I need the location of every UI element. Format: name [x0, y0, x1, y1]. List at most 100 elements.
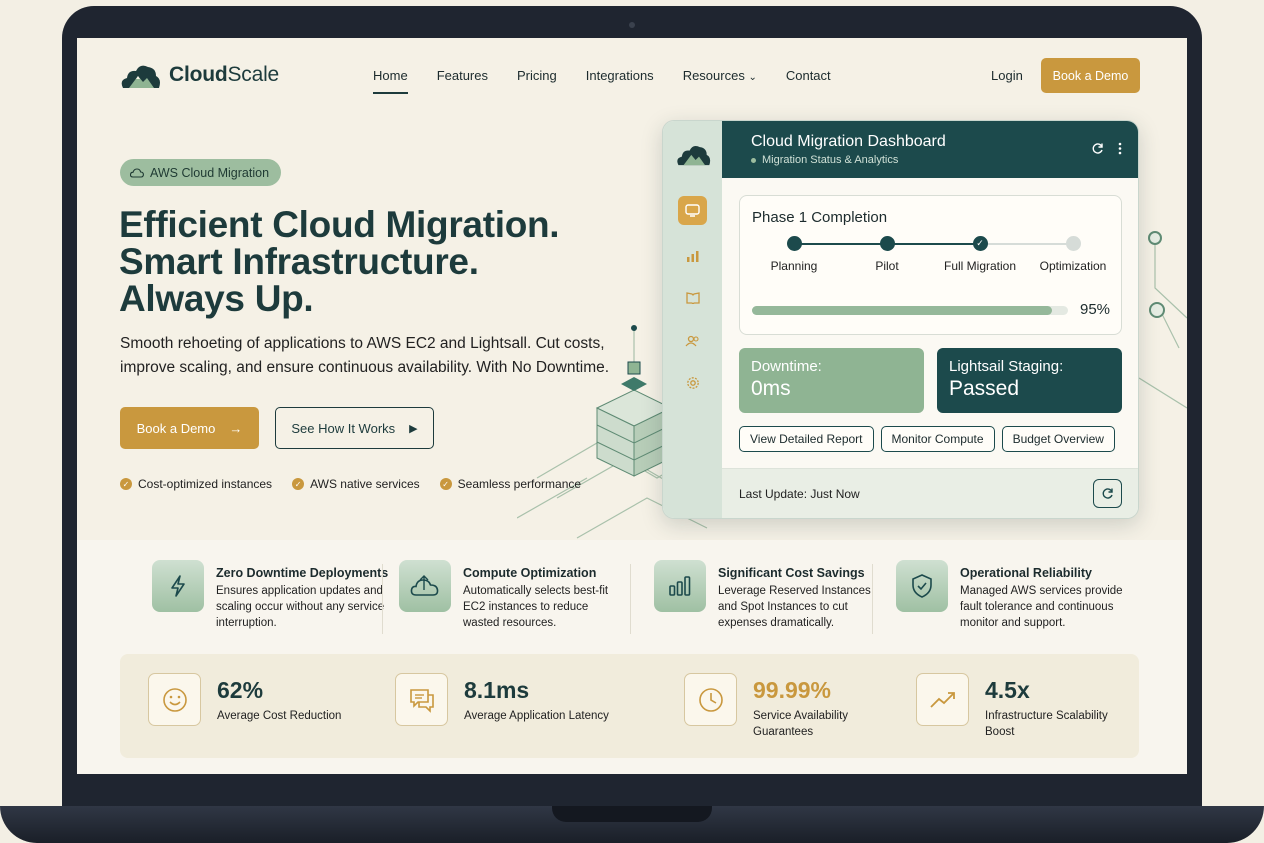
check-item: ✓ Cost-optimized instances [120, 477, 272, 491]
lightsail-staging-stat: Lightsail Staging: Passed [937, 348, 1122, 413]
dashboard-subtitle-text: Migration Status & Analytics [762, 154, 899, 166]
login-link[interactable]: Login [991, 68, 1023, 83]
step-label: Pilot [875, 259, 899, 273]
step-planning: Planning [749, 236, 839, 273]
bar-chart-icon [654, 560, 706, 612]
see-how-it-works-button[interactable]: See How It Works ▶ [275, 407, 434, 449]
main-nav: Home Features Pricing Integrations Resou… [373, 68, 831, 94]
downtime-value: 0ms [751, 377, 791, 400]
users-icon[interactable] [678, 326, 707, 355]
feature-card: Zero Downtime Deployments Ensures applica… [152, 560, 389, 631]
progress-bar [752, 306, 1068, 315]
category-pill: AWS Cloud Migration [120, 159, 282, 186]
chat-icon [395, 673, 448, 726]
metric-value: 62% [217, 677, 264, 703]
phase-title: Phase 1 Completion [752, 209, 888, 226]
chevron-down-icon: ⌄ [748, 72, 757, 83]
nav-resources-label: Resources [682, 68, 745, 83]
check-icon: ✓ [292, 478, 305, 490]
check-item: ✓ Seamless performance [439, 477, 581, 491]
logo[interactable]: CloudScale [119, 60, 279, 90]
migration-dashboard: Cloud Migration Dashboard Migration Stat… [662, 120, 1139, 519]
nav-contact[interactable]: Contact [786, 68, 831, 83]
step-dot [786, 236, 802, 251]
progress-fill [752, 306, 1053, 315]
hero-title: Efficient Cloud Migration. Smart Infrast… [119, 206, 560, 317]
book-demo-button[interactable]: Book a Demo → [120, 407, 259, 449]
more-vertical-icon[interactable] [1118, 142, 1122, 155]
budget-overview-button[interactable]: Budget Overview [1001, 426, 1115, 452]
dashboard-footer: Last Update: Just Now [722, 468, 1138, 518]
check-label: AWS native services [310, 477, 420, 491]
screen: CloudScale Home Features Pricing Integra… [77, 38, 1187, 774]
refresh-icon[interactable] [1091, 142, 1104, 155]
features-section: Zero Downtime Deployments Ensures applica… [77, 540, 1187, 774]
step-full-migration: ✓ Full Migration [935, 236, 1025, 273]
metric-value: 8.1ms [464, 677, 530, 703]
hero-checklist: ✓ Cost-optimized instances ✓ AWS native se… [120, 477, 581, 491]
refresh-button[interactable] [1093, 479, 1122, 508]
book-demo-button-label: Book a Demo [136, 420, 216, 436]
feature-card: Compute Optimization Automatically select… [399, 560, 624, 631]
arrow-right-icon: → [229, 420, 243, 436]
downtime-stat: Downtime: 0ms [739, 348, 924, 413]
downtime-label: Downtime: [751, 358, 822, 375]
staging-value: Passed [949, 377, 1020, 400]
metric-label: Average Application Latency [464, 710, 609, 722]
bar-chart-icon[interactable] [678, 241, 707, 270]
metric-value: 99.99% [753, 677, 832, 703]
hero-title-line-2: Smart Infrastructure. [119, 241, 479, 282]
nav-pricing[interactable]: Pricing [517, 68, 557, 83]
metric-label: Average Cost Reduction [217, 710, 342, 722]
status-dot [751, 157, 756, 163]
step-dot [1065, 236, 1081, 251]
check-icon: ✓ [972, 236, 988, 251]
nav-resources[interactable]: Resources ⌄ [683, 68, 757, 83]
camera [629, 22, 635, 28]
staging-label: Lightsail Staging: [949, 358, 1064, 375]
brand-name-bold: Cloud [169, 63, 228, 86]
see-how-it-works-label: See How It Works [291, 420, 396, 436]
mountain-cloud-logo-icon [121, 65, 160, 88]
book-icon[interactable] [678, 283, 707, 312]
check-label: Cost-optimized instances [138, 477, 273, 491]
cloud-icon [130, 167, 144, 178]
play-icon: ▶ [409, 422, 418, 435]
dashboard-subtitle: Migration Status & Analytics [751, 154, 898, 166]
feature-desc: Managed AWS services provide fault toler… [960, 585, 1123, 629]
monitor-icon[interactable] [678, 196, 707, 225]
dashboard-sidebar [663, 121, 722, 518]
step-label: Full Migration [943, 259, 1017, 273]
metric-value: 4.5x [985, 677, 1030, 703]
feature-title: Operational Reliability [960, 566, 1092, 580]
nav-features[interactable]: Features [437, 68, 488, 83]
refresh-icon [1102, 488, 1113, 499]
brand-name: CloudScale [169, 63, 279, 87]
metric-item: 4.5x Infrastructure Scalability Boost [916, 673, 1115, 740]
check-item: ✓ AWS native services [292, 477, 420, 491]
shield-check-icon [896, 560, 948, 612]
brand-name-light: Scale [227, 63, 280, 86]
feature-card: Significant Cost Savings Leverage Reserve… [654, 560, 879, 631]
feature-desc: Leverage Reserved Instances and Spot Ins… [718, 585, 871, 629]
category-pill-label: AWS Cloud Migration [150, 165, 270, 180]
settings-icon[interactable] [678, 368, 707, 397]
book-demo-nav-button[interactable]: Book a Demo [1041, 58, 1140, 93]
smile-icon [148, 673, 201, 726]
nav-home[interactable]: Home [373, 68, 408, 94]
step-optimization: Optimization [1028, 236, 1118, 273]
nav-integrations[interactable]: Integrations [586, 68, 654, 83]
step-dot [879, 236, 895, 251]
laptop-notch [552, 806, 712, 822]
step-label: Optimization [1039, 259, 1107, 273]
feature-title: Zero Downtime Deployments [216, 566, 389, 580]
hero-subtitle: Smooth rehoeting of applications to AWS … [120, 335, 610, 376]
divider [382, 564, 383, 634]
trend-up-icon [916, 673, 969, 726]
migration-stepper: Planning Pilot ✓ Full Migration Optimizat… [740, 236, 1121, 276]
dashboard-header-actions [1091, 142, 1122, 155]
monitor-compute-button[interactable]: Monitor Compute [880, 426, 995, 452]
view-detailed-report-button[interactable]: View Detailed Report [739, 426, 874, 452]
feature-desc: Automatically selects best-fit EC2 insta… [463, 585, 609, 629]
step-pilot: Pilot [842, 236, 932, 273]
